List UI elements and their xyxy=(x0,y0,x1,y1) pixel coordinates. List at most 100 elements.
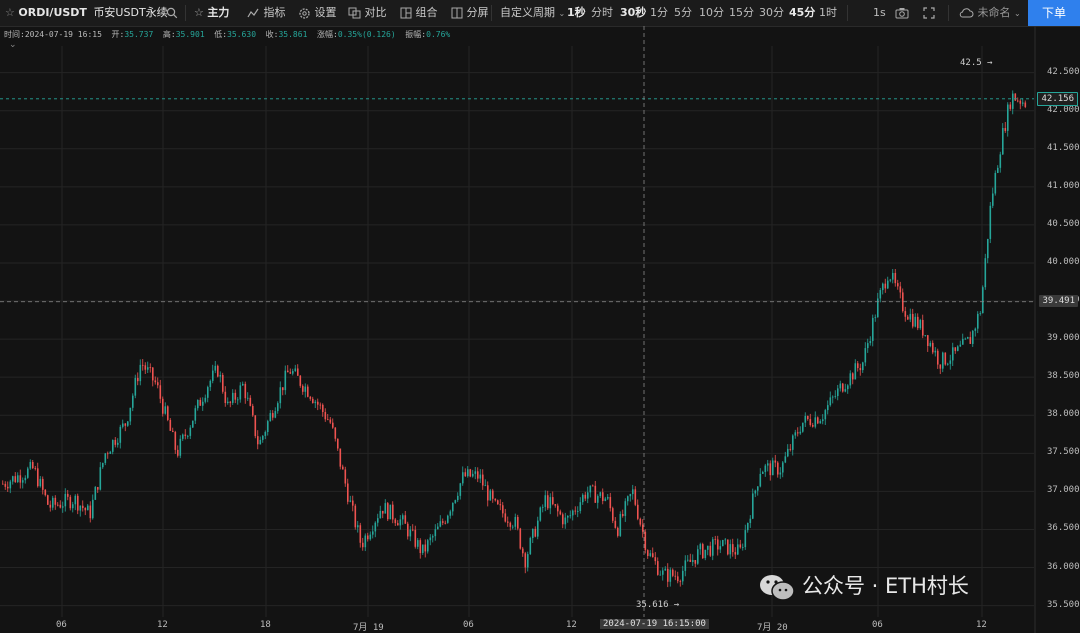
candle-body xyxy=(457,495,459,501)
candle-body xyxy=(592,485,594,487)
place-order-button[interactable]: 下单 xyxy=(1028,0,1080,26)
candle-body xyxy=(849,373,852,386)
layout-save-dropdown[interactable]: 未命名 ⌄ xyxy=(959,0,1021,26)
candle-body xyxy=(1022,102,1024,104)
interval-10m[interactable]: 10分 xyxy=(699,0,724,26)
candle-body xyxy=(1014,93,1017,101)
candle-body xyxy=(584,494,587,499)
settings-label: 设置 xyxy=(314,6,337,19)
candle-body xyxy=(759,473,762,487)
candle-body xyxy=(997,167,999,173)
candle-body xyxy=(294,368,297,372)
candle-body xyxy=(7,486,9,489)
camera-icon[interactable] xyxy=(895,0,909,26)
candle-body xyxy=(47,495,49,505)
candle-body xyxy=(967,337,969,339)
candle-body xyxy=(22,480,24,483)
settings-button[interactable]: 设置 xyxy=(298,0,337,26)
interval-45m[interactable]: 45分 xyxy=(789,0,815,26)
candle-body xyxy=(52,497,54,508)
candle-body xyxy=(769,463,772,476)
candle-body xyxy=(427,540,429,552)
candle-body xyxy=(209,380,212,388)
interval-30m[interactable]: 30分 xyxy=(759,0,784,26)
candle-body xyxy=(282,387,284,391)
candle-body xyxy=(664,568,667,571)
interval-1m[interactable]: 1分 xyxy=(650,0,668,26)
symbol-selector[interactable]: ☆ ORDI/USDT 币安USDT永续 xyxy=(5,0,168,26)
candle-body xyxy=(309,396,312,399)
candle-body xyxy=(409,529,412,537)
candle-body xyxy=(667,568,669,582)
y-tick-label: 38.500 xyxy=(1047,371,1080,382)
candle-body xyxy=(929,342,932,346)
candle-body xyxy=(79,505,82,511)
candle-body xyxy=(907,316,909,320)
fullscreen-icon[interactable] xyxy=(923,0,935,26)
candle-body xyxy=(262,435,264,440)
interval-timeshare[interactable]: 分时 xyxy=(591,0,613,26)
candle-body xyxy=(779,472,782,475)
candle-body xyxy=(524,553,527,568)
candle-body xyxy=(137,377,139,382)
candle-body xyxy=(74,495,77,505)
candle-body xyxy=(44,489,47,496)
candle-body xyxy=(14,476,17,483)
compare-button[interactable]: 对比 xyxy=(348,0,387,26)
candle-body xyxy=(289,372,292,374)
interval-5m[interactable]: 5分 xyxy=(674,0,692,26)
candle-body xyxy=(854,363,857,380)
candle-body xyxy=(62,506,64,508)
candle-body xyxy=(774,460,777,463)
candle-body xyxy=(949,360,952,364)
main-force-button[interactable]: ☆ 主力 xyxy=(194,0,229,26)
candle-body xyxy=(634,489,637,505)
candle-body xyxy=(764,465,767,472)
symbol-search-icon[interactable] xyxy=(166,0,178,26)
interval-15m[interactable]: 15分 xyxy=(729,0,754,26)
combo-label: 组合 xyxy=(415,6,438,19)
refresh-rate[interactable]: 1s xyxy=(873,0,886,26)
candle-body xyxy=(2,483,4,485)
interval-1h[interactable]: 1时 xyxy=(819,0,837,26)
y-tick-label: 37.500 xyxy=(1047,447,1080,458)
candle-body xyxy=(404,515,407,524)
candle-body xyxy=(272,413,274,418)
candle-body xyxy=(489,490,492,501)
interval-30s[interactable]: 30秒 xyxy=(620,0,646,26)
candle-body xyxy=(387,503,389,520)
candle-body xyxy=(57,504,59,506)
candle-body xyxy=(642,524,644,532)
candle-body xyxy=(127,421,129,426)
favorite-star-icon[interactable]: ☆ xyxy=(5,6,15,19)
candle-body xyxy=(559,511,562,515)
candle-body xyxy=(727,539,729,555)
interval-1s[interactable]: 1秒 xyxy=(567,0,586,26)
candle-body xyxy=(444,522,447,524)
split-screen-button[interactable]: 分屏 xyxy=(451,0,489,26)
custom-period-dropdown[interactable]: 自定义周期 ⌄ xyxy=(500,0,565,26)
candle-body xyxy=(92,499,94,519)
candle-body xyxy=(552,497,554,505)
candle-body xyxy=(514,516,517,527)
candle-body xyxy=(487,485,489,501)
candle-body xyxy=(847,385,849,390)
collapse-legend-icon[interactable]: ⌄ xyxy=(9,40,17,50)
candle-body xyxy=(447,515,449,523)
low-marker: 35.616 → xyxy=(636,599,680,610)
candle-body xyxy=(932,342,934,353)
y-tick-label: 40.500 xyxy=(1047,218,1080,229)
candle-body xyxy=(694,560,697,564)
candle-body xyxy=(669,569,672,582)
candlestick-chart[interactable] xyxy=(0,0,1080,633)
indicator-button[interactable]: 指标 xyxy=(247,0,286,26)
candle-body xyxy=(869,340,872,344)
combo-button[interactable]: 组合 xyxy=(400,0,438,26)
candle-body xyxy=(64,493,67,507)
candle-body xyxy=(207,387,209,398)
candle-body xyxy=(199,399,202,406)
candle-body xyxy=(504,513,507,522)
y-tick-label: 38.000 xyxy=(1047,409,1080,420)
candle-body xyxy=(34,468,37,469)
x-tick-label: 12 xyxy=(566,620,577,630)
